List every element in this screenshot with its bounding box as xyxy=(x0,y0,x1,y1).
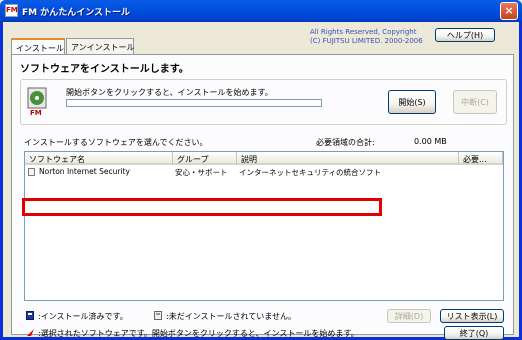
list-view-button[interactable]: リスト表示(L) xyxy=(440,309,504,323)
table-row[interactable]: Norton Internet Security 安心・サポート インターネット… xyxy=(25,166,503,178)
row-description: インターネットセキュリティの統合ソフト xyxy=(239,168,382,177)
selected-mark-icon xyxy=(27,329,34,336)
row-software-name: Norton Internet Security xyxy=(39,167,130,176)
row-group: 安心・サポート xyxy=(175,168,228,177)
installer-window: FM FM かんたんインストール × All Rights Reserved, … xyxy=(0,0,522,340)
not-installed-icon[interactable] xyxy=(28,168,35,176)
copyright-text: All Rights Reserved, Copyright (C) FUJIT… xyxy=(310,28,423,46)
window-title: FM かんたんインストール xyxy=(22,8,131,18)
start-button[interactable]: 開始(S) xyxy=(388,90,436,114)
stop-button: 中断(C) xyxy=(453,90,497,114)
progress-bar xyxy=(66,99,322,107)
copyright-line-1: All Rights Reserved, Copyright xyxy=(310,28,417,36)
progress-label: 開始ボタンをクリックすると、インストールを始めます。 xyxy=(66,88,273,97)
list-caption: インストールするソフトウェアを選んでください。 xyxy=(24,138,208,147)
legend-not-installed: :未だインストールされていません。 xyxy=(166,312,297,321)
panel-title: ソフトウェアをインストールします。 xyxy=(20,64,189,75)
required-space-label: 必要領域の合計: xyxy=(316,138,375,147)
title-bar[interactable]: FM FM かんたんインストール × xyxy=(0,0,522,22)
not-installed-legend-icon xyxy=(154,311,162,320)
column-description[interactable]: 説明 xyxy=(237,152,459,165)
progress-group: FM 開始ボタンをクリックすると、インストールを始めます。 開始(S) 中断(C… xyxy=(20,79,507,125)
column-software-name[interactable]: ソフトウェア名 xyxy=(25,152,173,165)
close-button[interactable]: × xyxy=(500,2,518,20)
exit-button[interactable]: 終了(Q) xyxy=(444,326,504,340)
app-icon: FM xyxy=(5,4,18,17)
column-size[interactable]: 必要... xyxy=(459,152,503,165)
legend-installed: :インストール済みです。 xyxy=(38,312,128,321)
list-header: ソフトウェア名 グループ 説明 必要... xyxy=(25,152,503,165)
install-panel: ソフトウェアをインストールします。 FM 開始ボタンをクリックすると、インストー… xyxy=(11,54,514,340)
tab-install[interactable]: インストール xyxy=(11,38,65,55)
required-space-value: 0.00 MB xyxy=(414,137,447,146)
legend-selected: :選択されたソフトウェアです。開始ボタンをクリックすると、インストールを始めます… xyxy=(38,329,359,338)
software-list[interactable]: ソフトウェア名 グループ 説明 必要... Norton Internet Se… xyxy=(24,151,504,301)
tab-uninstall[interactable]: アンインストール xyxy=(66,38,135,54)
help-button[interactable]: ヘルプ(H) xyxy=(435,28,495,42)
install-disc-icon: FM xyxy=(27,87,47,116)
copyright-line-2: (C) FUJITSU LIMITED. 2000-2006 xyxy=(310,37,423,45)
client-area: All Rights Reserved, Copyright (C) FUJIT… xyxy=(3,22,519,340)
detail-button: 詳細(D) xyxy=(387,309,431,323)
column-group[interactable]: グループ xyxy=(173,152,237,165)
installed-icon xyxy=(26,311,34,320)
svg-text:FM: FM xyxy=(30,109,42,116)
highlight-annotation xyxy=(22,198,382,216)
